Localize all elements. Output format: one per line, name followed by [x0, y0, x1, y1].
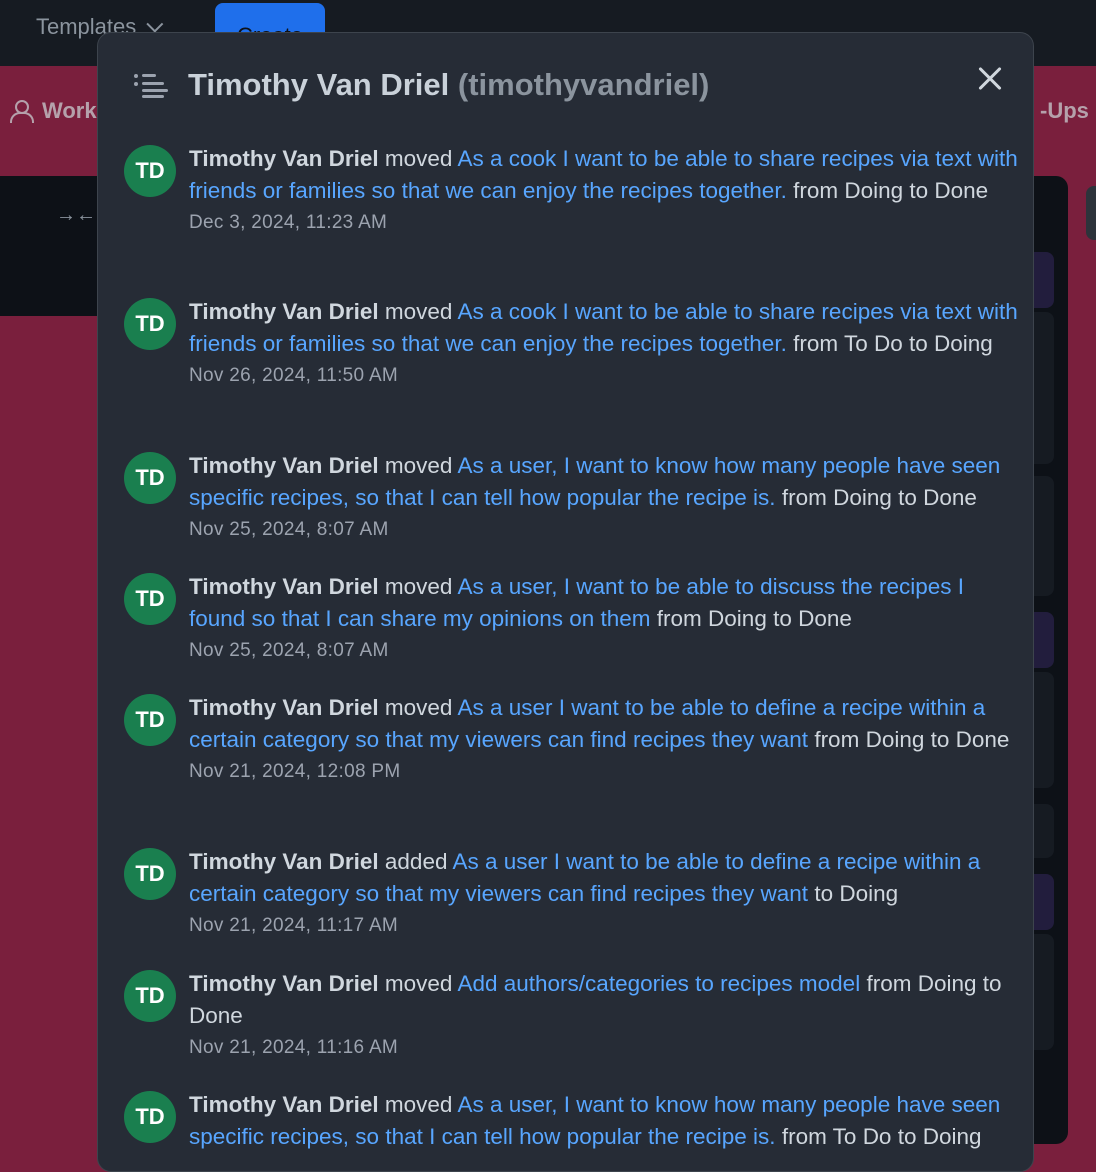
- activity-entry: TD Timothy Van Driel moved Add authors/ca…: [98, 968, 1033, 1064]
- entry-text: Timothy Van Driel moved As a cook I want…: [189, 296, 1021, 360]
- entry-detail: from To Do to Doing: [781, 1124, 982, 1149]
- entry-content: Timothy Van Driel moved As a user I want…: [189, 692, 1021, 788]
- entry-actor[interactable]: Timothy Van Driel: [189, 299, 379, 324]
- avatar[interactable]: TD: [124, 298, 176, 350]
- entry-text: Timothy Van Driel added As a user I want…: [189, 846, 1021, 910]
- list-icon: [134, 71, 168, 98]
- board-tab-right[interactable]: -Ups: [1040, 98, 1089, 124]
- entry-item-link[interactable]: Add authors/categories to recipes model: [457, 971, 860, 996]
- entry-text: Timothy Van Driel moved As a user, I wan…: [189, 571, 1021, 635]
- entry-actor[interactable]: Timothy Van Driel: [189, 695, 379, 720]
- entry-content: Timothy Van Driel moved As a user, I wan…: [189, 450, 1021, 546]
- entry-timestamp: Nov 25, 2024, 8:07 AM: [189, 640, 389, 661]
- entry-timestamp: Nov 25, 2024, 8:07 AM: [189, 519, 389, 540]
- avatar[interactable]: TD: [124, 694, 176, 746]
- modal-header: Timothy Van Driel (timothyvandriel): [98, 33, 1033, 137]
- entry-actor[interactable]: Timothy Van Driel: [189, 453, 379, 478]
- entry-action: moved: [384, 146, 453, 171]
- entry-actor[interactable]: Timothy Van Driel: [189, 1092, 379, 1117]
- entry-content: Timothy Van Driel added As a user I want…: [189, 846, 1021, 942]
- entry-action: added: [384, 849, 448, 874]
- entry-timestamp: Nov 21, 2024, 11:17 AM: [189, 915, 399, 936]
- entry-detail: from Doing to Done: [781, 485, 977, 510]
- scroll-edge: [1086, 186, 1096, 240]
- entry-content: Timothy Van Driel moved Add authors/cate…: [189, 968, 1021, 1064]
- entry-content: Timothy Van Driel moved As a user, I wan…: [189, 571, 1021, 667]
- user-handle: (timothyvandriel): [457, 67, 710, 102]
- entry-timestamp: Nov 21, 2024, 12:08 PM: [189, 761, 401, 782]
- entry-action: moved: [384, 299, 453, 324]
- entry-text: Timothy Van Driel moved Add authors/cate…: [189, 968, 1021, 1032]
- entry-content: Timothy Van Driel moved As a user, I wan…: [189, 1089, 1021, 1153]
- entry-actor[interactable]: Timothy Van Driel: [189, 574, 379, 599]
- workspace-tab[interactable]: Work: [10, 98, 97, 124]
- close-icon[interactable]: [972, 61, 1008, 97]
- activity-entry: TD Timothy Van Driel added As a user I wa…: [98, 846, 1033, 942]
- collapse-icon[interactable]: →←: [56, 204, 96, 227]
- entry-detail: from To Do to Doing: [793, 331, 993, 356]
- avatar[interactable]: TD: [124, 1091, 176, 1143]
- entry-detail: from Doing to Done: [814, 727, 1010, 752]
- entry-action: moved: [384, 1092, 453, 1117]
- entry-text: Timothy Van Driel moved As a user I want…: [189, 692, 1021, 756]
- activity-entry: TD Timothy Van Driel moved As a cook I wa…: [98, 296, 1033, 392]
- modal-title: Timothy Van Driel (timothyvandriel): [188, 67, 709, 103]
- entry-actor[interactable]: Timothy Van Driel: [189, 849, 379, 874]
- entry-detail: to Doing: [814, 881, 899, 906]
- avatar[interactable]: TD: [124, 145, 176, 197]
- entry-timestamp: Nov 26, 2024, 11:50 AM: [189, 365, 399, 386]
- user-full-name: Timothy Van Driel: [188, 67, 450, 102]
- avatar[interactable]: TD: [124, 848, 176, 900]
- entry-text: Timothy Van Driel moved As a cook I want…: [189, 143, 1021, 207]
- entry-detail: from Doing to Done: [656, 606, 852, 631]
- activity-entry: TD Timothy Van Driel moved As a user I wa…: [98, 692, 1033, 788]
- activity-entry: TD Timothy Van Driel moved As a user, I w…: [98, 1089, 1033, 1153]
- entry-detail: from Doing to Done: [793, 178, 989, 203]
- entry-content: Timothy Van Driel moved As a cook I want…: [189, 143, 1021, 239]
- entry-action: moved: [384, 574, 453, 599]
- entry-text: Timothy Van Driel moved As a user, I wan…: [189, 1089, 1021, 1153]
- entry-action: moved: [384, 453, 453, 478]
- entry-action: moved: [384, 971, 453, 996]
- entry-text: Timothy Van Driel moved As a user, I wan…: [189, 450, 1021, 514]
- avatar[interactable]: TD: [124, 452, 176, 504]
- entry-content: Timothy Van Driel moved As a cook I want…: [189, 296, 1021, 392]
- workspace-label: Work: [42, 98, 97, 123]
- entry-timestamp: Nov 21, 2024, 11:16 AM: [189, 1037, 399, 1058]
- entry-actor[interactable]: Timothy Van Driel: [189, 971, 379, 996]
- activity-modal: Timothy Van Driel (timothyvandriel) TD Ti…: [97, 32, 1034, 1172]
- entry-actor[interactable]: Timothy Van Driel: [189, 146, 379, 171]
- entry-timestamp: Dec 3, 2024, 11:23 AM: [189, 212, 388, 233]
- chevron-down-icon: [146, 15, 164, 33]
- people-icon: [10, 100, 34, 123]
- entry-action: moved: [384, 695, 453, 720]
- activity-entry: TD Timothy Van Driel moved As a user, I w…: [98, 450, 1033, 546]
- avatar[interactable]: TD: [124, 573, 176, 625]
- activity-entry: TD Timothy Van Driel moved As a cook I wa…: [98, 143, 1033, 239]
- activity-entry: TD Timothy Van Driel moved As a user, I w…: [98, 571, 1033, 667]
- avatar[interactable]: TD: [124, 970, 176, 1022]
